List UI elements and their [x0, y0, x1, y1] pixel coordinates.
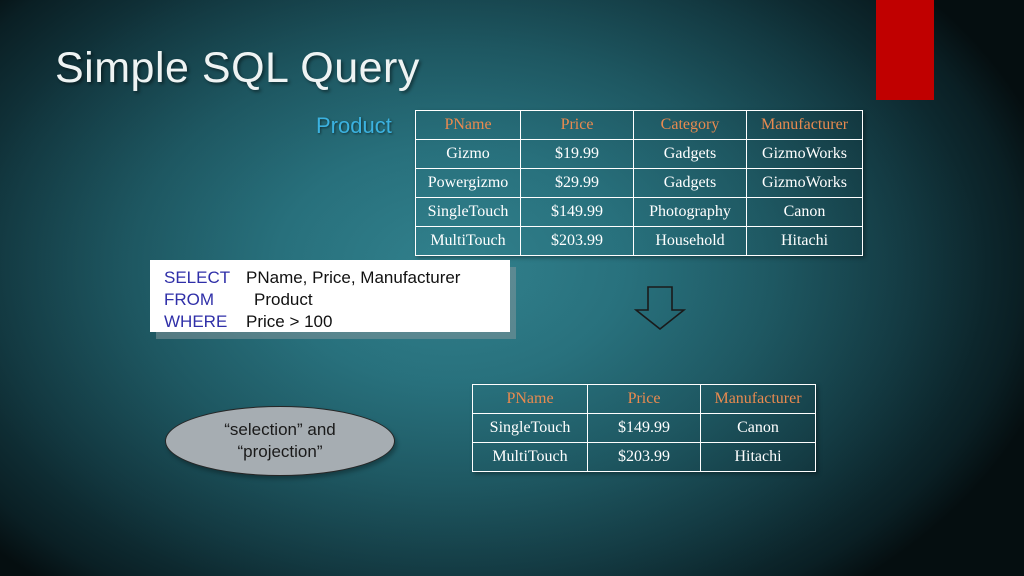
table-cell: Gadgets [633, 168, 747, 198]
column-header: Price [520, 110, 634, 140]
red-accent-bar [876, 0, 934, 100]
product-table-label: Product [316, 113, 392, 138]
callout-line-1: “selection” and [224, 420, 336, 439]
table-cell: $149.99 [587, 413, 701, 443]
table-row: Powergizmo $29.99 Gadgets GizmoWorks [415, 168, 863, 198]
column-header: PName [472, 384, 588, 414]
table-cell: Gizmo [415, 139, 521, 169]
table-row: SingleTouch $149.99 Photography Canon [415, 197, 863, 227]
table-cell: Canon [700, 413, 816, 443]
table-cell: GizmoWorks [746, 139, 863, 169]
column-header: Category [633, 110, 747, 140]
column-header: Price [587, 384, 701, 414]
table-cell: Powergizmo [415, 168, 521, 198]
table-cell: $203.99 [520, 226, 634, 256]
table-cell: Canon [746, 197, 863, 227]
table-header-row: PName Price Manufacturer [472, 384, 816, 414]
sql-keyword: WHERE [164, 312, 228, 331]
sql-clause-text: Price > 100 [246, 312, 333, 331]
table-cell: MultiTouch [415, 226, 521, 256]
table-cell: MultiTouch [472, 442, 588, 472]
result-table: PName Price Manufacturer SingleTouch $14… [472, 384, 816, 472]
table-cell: $29.99 [520, 168, 634, 198]
column-header: Manufacturer [746, 110, 863, 140]
column-header: Manufacturer [700, 384, 816, 414]
table-row: SingleTouch $149.99 Canon [472, 413, 816, 443]
callout-ellipse: “selection” and “projection” [165, 406, 395, 476]
sql-keyword: SELECT [164, 268, 231, 287]
table-cell: $19.99 [520, 139, 634, 169]
page-title: Simple SQL Query [55, 44, 420, 92]
sql-line-where: WHERE Price > 100 [164, 311, 500, 333]
callout-line-2: “projection” [237, 442, 323, 461]
product-table: PName Price Category Manufacturer Gizmo … [415, 110, 863, 256]
table-cell: $149.99 [520, 197, 634, 227]
table-cell: $203.99 [587, 442, 701, 472]
table-cell: Photography [633, 197, 747, 227]
table-cell: Gadgets [633, 139, 747, 169]
table-cell: SingleTouch [472, 413, 588, 443]
table-row: MultiTouch $203.99 Household Hitachi [415, 226, 863, 256]
table-row: MultiTouch $203.99 Hitachi [472, 442, 816, 472]
table-header-row: PName Price Category Manufacturer [415, 110, 863, 140]
sql-line-select: SELECT PName, Price, Manufacturer [164, 267, 500, 289]
table-cell: Hitachi [746, 226, 863, 256]
sql-keyword: FROM [164, 290, 215, 309]
column-header: PName [415, 110, 521, 140]
slide: Simple SQL Query Product PName Price Cat… [0, 0, 1024, 576]
sql-clause-text: PName, Price, Manufacturer [246, 268, 461, 287]
table-cell: Household [633, 226, 747, 256]
sql-line-from: FROM Product [164, 289, 500, 311]
sql-clause-text: Product [254, 290, 313, 309]
table-cell: GizmoWorks [746, 168, 863, 198]
table-cell: SingleTouch [415, 197, 521, 227]
table-cell: Hitachi [700, 442, 816, 472]
sql-query-box: SELECT PName, Price, Manufacturer FROM P… [150, 260, 510, 332]
table-row: Gizmo $19.99 Gadgets GizmoWorks [415, 139, 863, 169]
down-arrow-icon [634, 286, 686, 330]
